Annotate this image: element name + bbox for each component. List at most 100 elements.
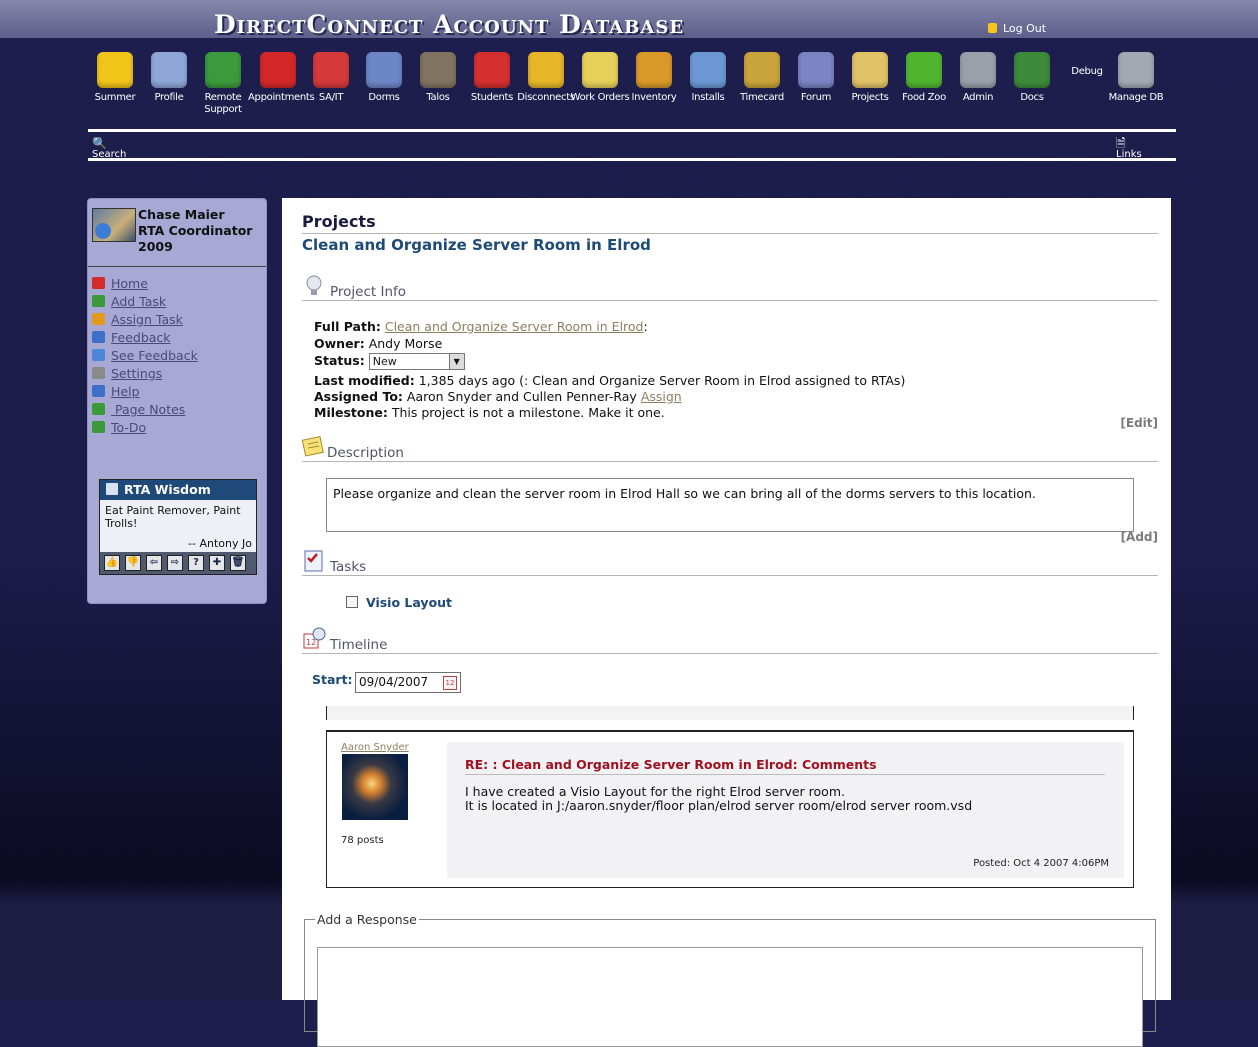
task-label: Visio Layout <box>366 595 453 610</box>
sidebar-item-add-task[interactable]: Add Task <box>92 293 266 311</box>
heading-rule <box>302 233 1158 234</box>
nav-label: Profile <box>154 92 184 103</box>
start-label: Start: <box>312 672 353 687</box>
links-link[interactable]: 🗎 Links <box>1116 137 1142 159</box>
pin-note-icon <box>582 52 618 88</box>
nav-item-dorms[interactable]: Dorms <box>354 52 414 104</box>
note-icon <box>92 403 105 415</box>
response-textarea[interactable] <box>317 947 1143 1047</box>
prev-icon[interactable]: ⇦ <box>146 555 162 571</box>
building-icon <box>366 52 402 88</box>
add-description-link[interactable]: [Add] <box>1121 530 1158 544</box>
nav-item-docs[interactable]: Docs <box>1002 52 1062 104</box>
nav-item-remote-support[interactable]: Remote Support <box>193 52 253 116</box>
nav-item-installs[interactable]: Installs <box>678 52 738 104</box>
nav-item-food-zoo[interactable]: Food Zoo <box>894 52 954 104</box>
milestone-value: This project is not a milestone. Make it… <box>391 405 665 420</box>
apple-icon <box>906 52 942 88</box>
nav-label: SA/IT <box>318 92 344 103</box>
person-icon <box>474 52 510 88</box>
full-path-link[interactable]: Clean and Organize Server Room in Elrod <box>385 319 644 334</box>
project-info: Full Path: Clean and Organize Server Roo… <box>314 318 905 421</box>
alarm-clock-icon <box>260 52 296 88</box>
nav-item-timecard[interactable]: Timecard <box>732 52 792 104</box>
nav-item-projects[interactable]: Projects <box>840 52 900 104</box>
start-date-input[interactable]: 09/04/2007 12 <box>355 672 461 693</box>
unplug-icon <box>528 52 564 88</box>
sidebar-item-label: See Feedback <box>111 348 198 363</box>
wisdom-body: Eat Paint Remover, Paint Trolls! -- Anto… <box>100 500 256 552</box>
delete-icon[interactable]: 🗑 <box>230 555 246 571</box>
nav-label: Remote Support <box>204 92 242 115</box>
sidebar-item-assign-task[interactable]: Assign Task <box>92 311 266 329</box>
nav-item-manage-db[interactable]: Manage DB <box>1106 52 1166 104</box>
nav-item-appointments[interactable]: Appointments <box>248 52 315 104</box>
skull-icon <box>420 52 456 88</box>
user-box: Chase Maier RTA Coordinator 2009 <box>88 199 266 267</box>
add-icon[interactable]: ✚ <box>209 555 225 571</box>
question-icon[interactable]: ? <box>188 555 204 571</box>
nav-item-forum[interactable]: Forum <box>786 52 846 104</box>
nav-label: Forum <box>800 92 832 103</box>
nav-item-admin[interactable]: Admin <box>948 52 1008 104</box>
svg-text:12: 12 <box>306 638 316 647</box>
calendar-icon[interactable]: 12 <box>443 676 457 690</box>
wisdom-header: RTA Wisdom <box>100 480 256 500</box>
sidebar-item-settings[interactable]: Settings <box>92 365 266 383</box>
lock-icon <box>988 23 997 33</box>
comment-body: I have created a Visio Layout for the ri… <box>465 785 972 813</box>
comment-rule <box>465 774 1105 775</box>
magnifier-icon <box>92 349 105 361</box>
owner-value: Andy Morse <box>368 336 443 351</box>
nav-label: Dorms <box>368 92 400 103</box>
comment-author[interactable]: Aaron Snyder <box>341 742 409 753</box>
assign-link[interactable]: Assign <box>641 389 682 404</box>
task-item[interactable]: Visio Layout <box>346 595 452 610</box>
sidebar-item-see-feedback[interactable]: See Feedback <box>92 347 266 365</box>
box-icon <box>636 52 672 88</box>
nav-item-inventory[interactable]: Inventory <box>624 52 684 104</box>
sidebar-item-to-do[interactable]: To-Do <box>92 419 266 437</box>
nav-label: Projects <box>851 92 889 103</box>
next-icon[interactable]: ⇨ <box>167 555 183 571</box>
nav-item-students[interactable]: Students <box>462 52 522 104</box>
status-select[interactable]: New ▼ <box>368 353 465 370</box>
logout-link[interactable]: Log Out <box>988 22 1046 35</box>
project-info-label: Project Info <box>330 284 407 300</box>
status-label: Status: <box>314 353 365 368</box>
nav-item-work-orders[interactable]: Work Orders <box>570 52 630 104</box>
help-icon <box>92 385 105 397</box>
user-role: RTA Coordinator <box>138 223 253 238</box>
sidebar-item-label: Page Notes <box>111 402 186 417</box>
nav-item-talos[interactable]: Talos <box>408 52 468 104</box>
nav-label: Disconnects <box>517 92 575 103</box>
nav-item-summer[interactable]: Summer <box>85 52 145 104</box>
edit-link[interactable]: [Edit] <box>1120 416 1158 430</box>
search-link[interactable]: 🔍 Search <box>92 137 126 159</box>
folder-icon <box>852 52 888 88</box>
info-icon <box>92 331 105 343</box>
sidebar-item-home[interactable]: Home <box>92 275 266 293</box>
project-title: Clean and Organize Server Room in Elrod <box>302 236 651 254</box>
assigned-value: Aaron Snyder and Cullen Penner-Ray <box>406 389 637 404</box>
sidebar-item-help[interactable]: Help <box>92 383 266 401</box>
sidebar-item-feedback[interactable]: Feedback <box>92 329 266 347</box>
thumbs-up-icon[interactable]: 👍 <box>104 555 120 571</box>
site-title: DirectConnect Account Database <box>214 10 685 39</box>
nav-item-disconnects[interactable]: Disconnects <box>516 52 576 104</box>
sidebar-item-page-notes[interactable]: Page Notes <box>92 401 266 419</box>
main-nav: Summer Profile Remote Support Appointments S… <box>88 52 1178 132</box>
tasks-rule <box>302 575 1158 576</box>
page-heading: Projects <box>302 212 376 231</box>
first-aid-icon <box>313 52 349 88</box>
task-checkbox[interactable] <box>346 596 358 608</box>
sidebar-item-label: Add Task <box>111 294 167 309</box>
author-avatar <box>342 754 408 820</box>
wisdom-author: -- Antony Jo <box>188 537 252 550</box>
nav-item-sa-it[interactable]: SA/IT <box>301 52 361 104</box>
wisdom-title: RTA Wisdom <box>124 482 211 497</box>
magnifier-icon: 🔍 <box>92 137 107 150</box>
sidebar-item-label: Assign Task <box>111 312 183 327</box>
thumbs-down-icon[interactable]: 👎 <box>125 555 141 571</box>
nav-item-profile[interactable]: Profile <box>139 52 199 104</box>
